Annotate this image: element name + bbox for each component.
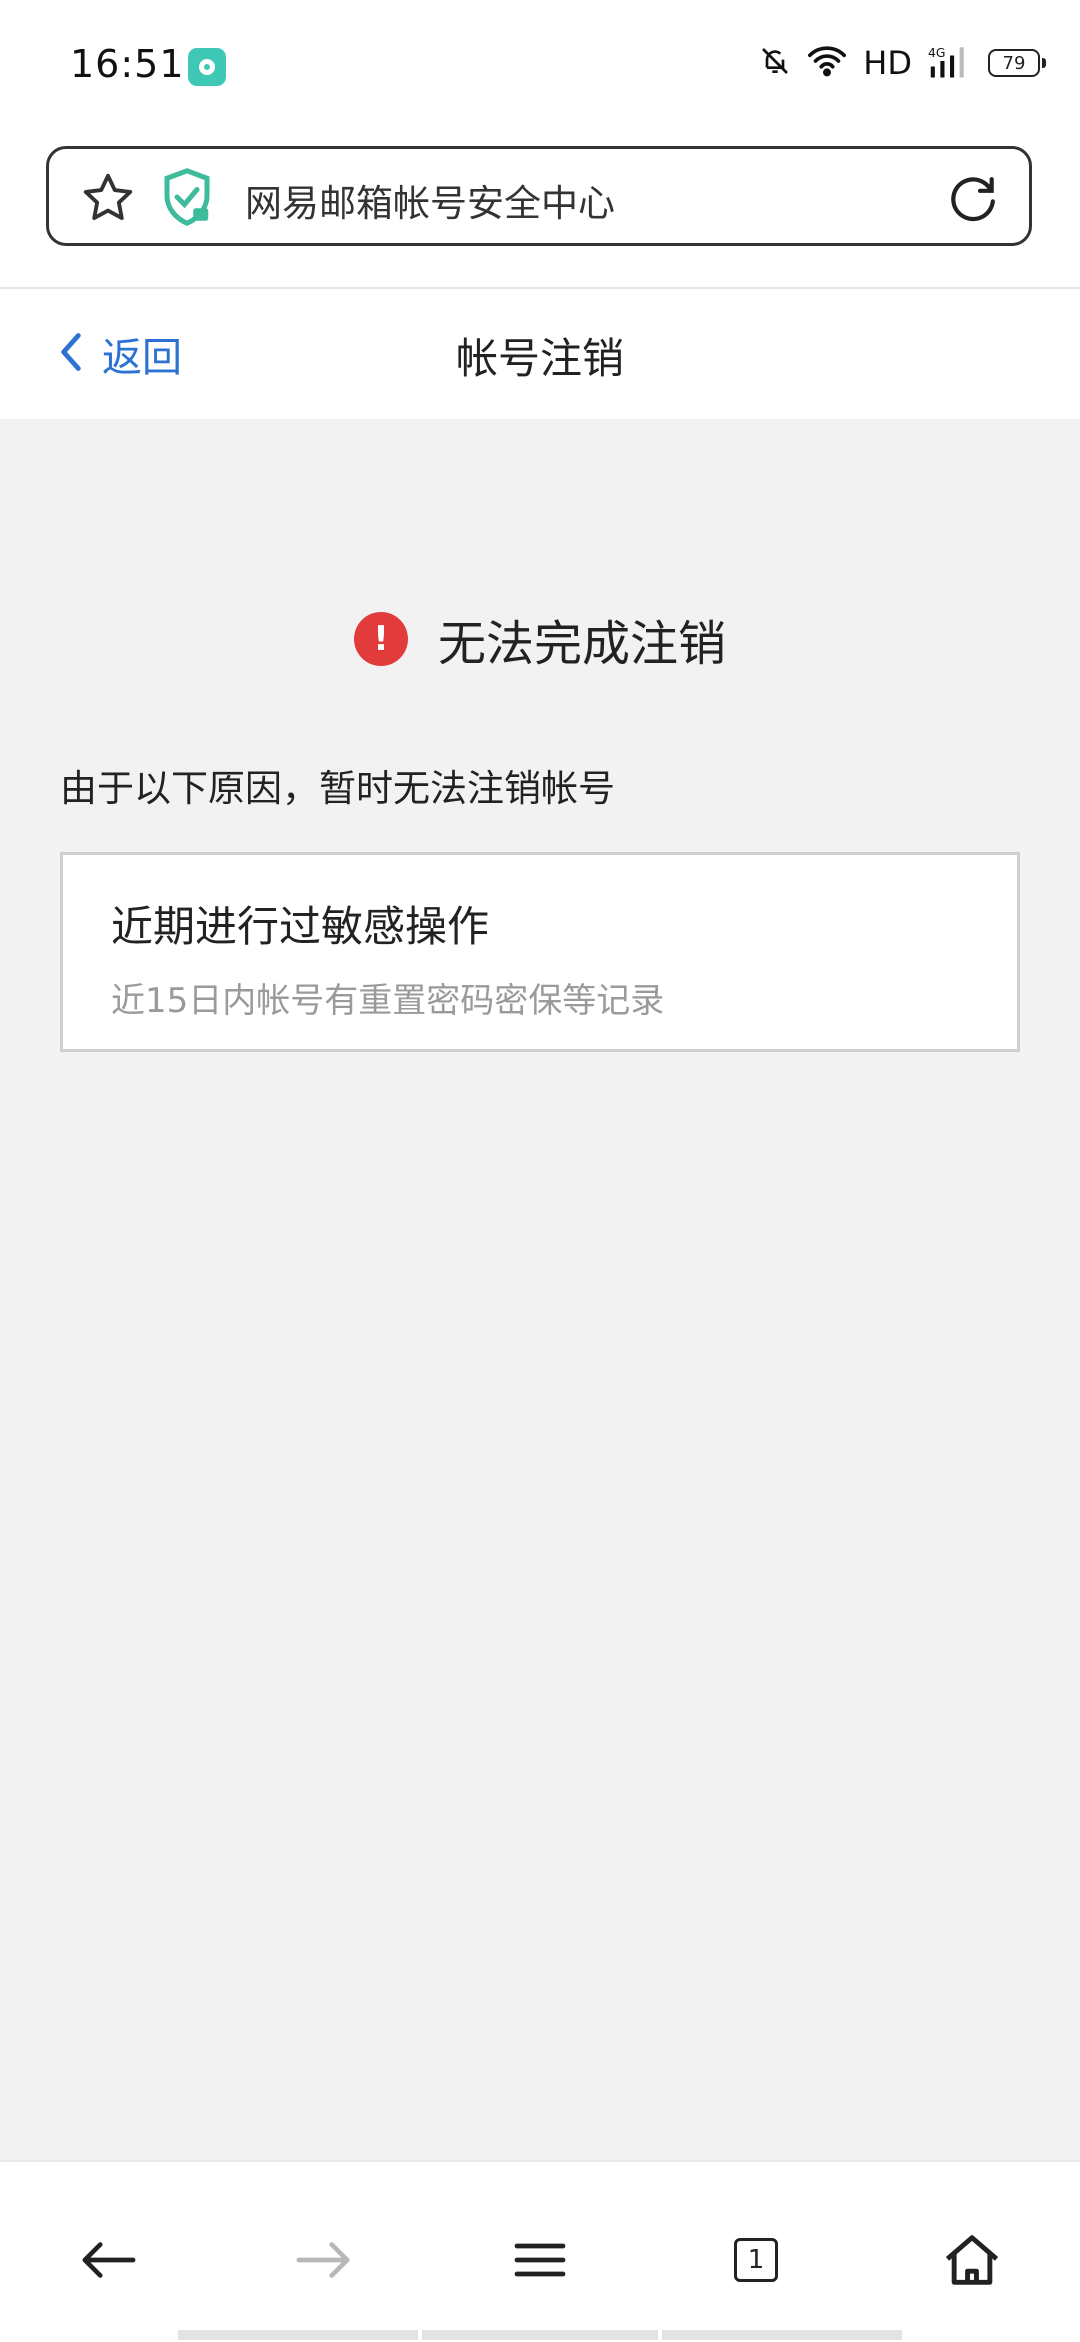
network-type: HD: [863, 44, 912, 82]
gesture-bar-left: [178, 2330, 418, 2340]
reason-card: 近期进行过敏感操作 近15日内帐号有重置密码密保等记录: [60, 852, 1020, 1052]
star-icon[interactable]: [79, 169, 137, 227]
bell-muted-icon: [759, 45, 791, 81]
menu-icon[interactable]: [502, 2222, 578, 2298]
page-header: 返回 帐号注销: [0, 289, 1080, 419]
svg-text:4G: 4G: [928, 46, 945, 60]
battery-level: 79: [1002, 52, 1026, 74]
address-bar[interactable]: 网易邮箱帐号安全中心: [46, 146, 1032, 246]
browser-bottom-toolbar: 1: [0, 2160, 1080, 2342]
battery-icon: 79: [988, 49, 1046, 77]
gesture-bar-right: [662, 2330, 902, 2340]
error-exclamation-icon: !: [353, 612, 408, 666]
reason-description: 近15日内帐号有重置密码密保等记录: [111, 981, 665, 1021]
status-bar: 16:51 HD 4G 79: [0, 0, 1080, 132]
status-time: 16:51: [70, 42, 185, 86]
shield-check-icon: [162, 167, 212, 227]
home-icon[interactable]: [934, 2222, 1010, 2298]
page-title: 帐号注销: [455, 334, 624, 383]
reason-title: 近期进行过敏感操作: [111, 902, 490, 951]
signal-4g-icon: 4G: [928, 44, 972, 82]
tabs-icon[interactable]: 1: [718, 2222, 794, 2298]
browser-address-area: 网易邮箱帐号安全中心: [0, 132, 1080, 289]
refresh-icon[interactable]: [945, 171, 1001, 227]
back-arrow-icon[interactable]: [70, 2222, 146, 2298]
error-header: ! 无法完成注销: [0, 604, 1080, 674]
error-title: 无法完成注销: [437, 616, 726, 672]
gesture-bar-center: [422, 2330, 658, 2340]
reason-intro: 由于以下原因，暂时无法注销帐号: [60, 767, 615, 810]
wifi-icon: [807, 45, 847, 81]
app-notification-icon: [188, 48, 226, 86]
forward-arrow-icon[interactable]: [286, 2222, 362, 2298]
tab-count: 1: [734, 2238, 778, 2282]
address-text[interactable]: 网易邮箱帐号安全中心: [245, 173, 615, 227]
